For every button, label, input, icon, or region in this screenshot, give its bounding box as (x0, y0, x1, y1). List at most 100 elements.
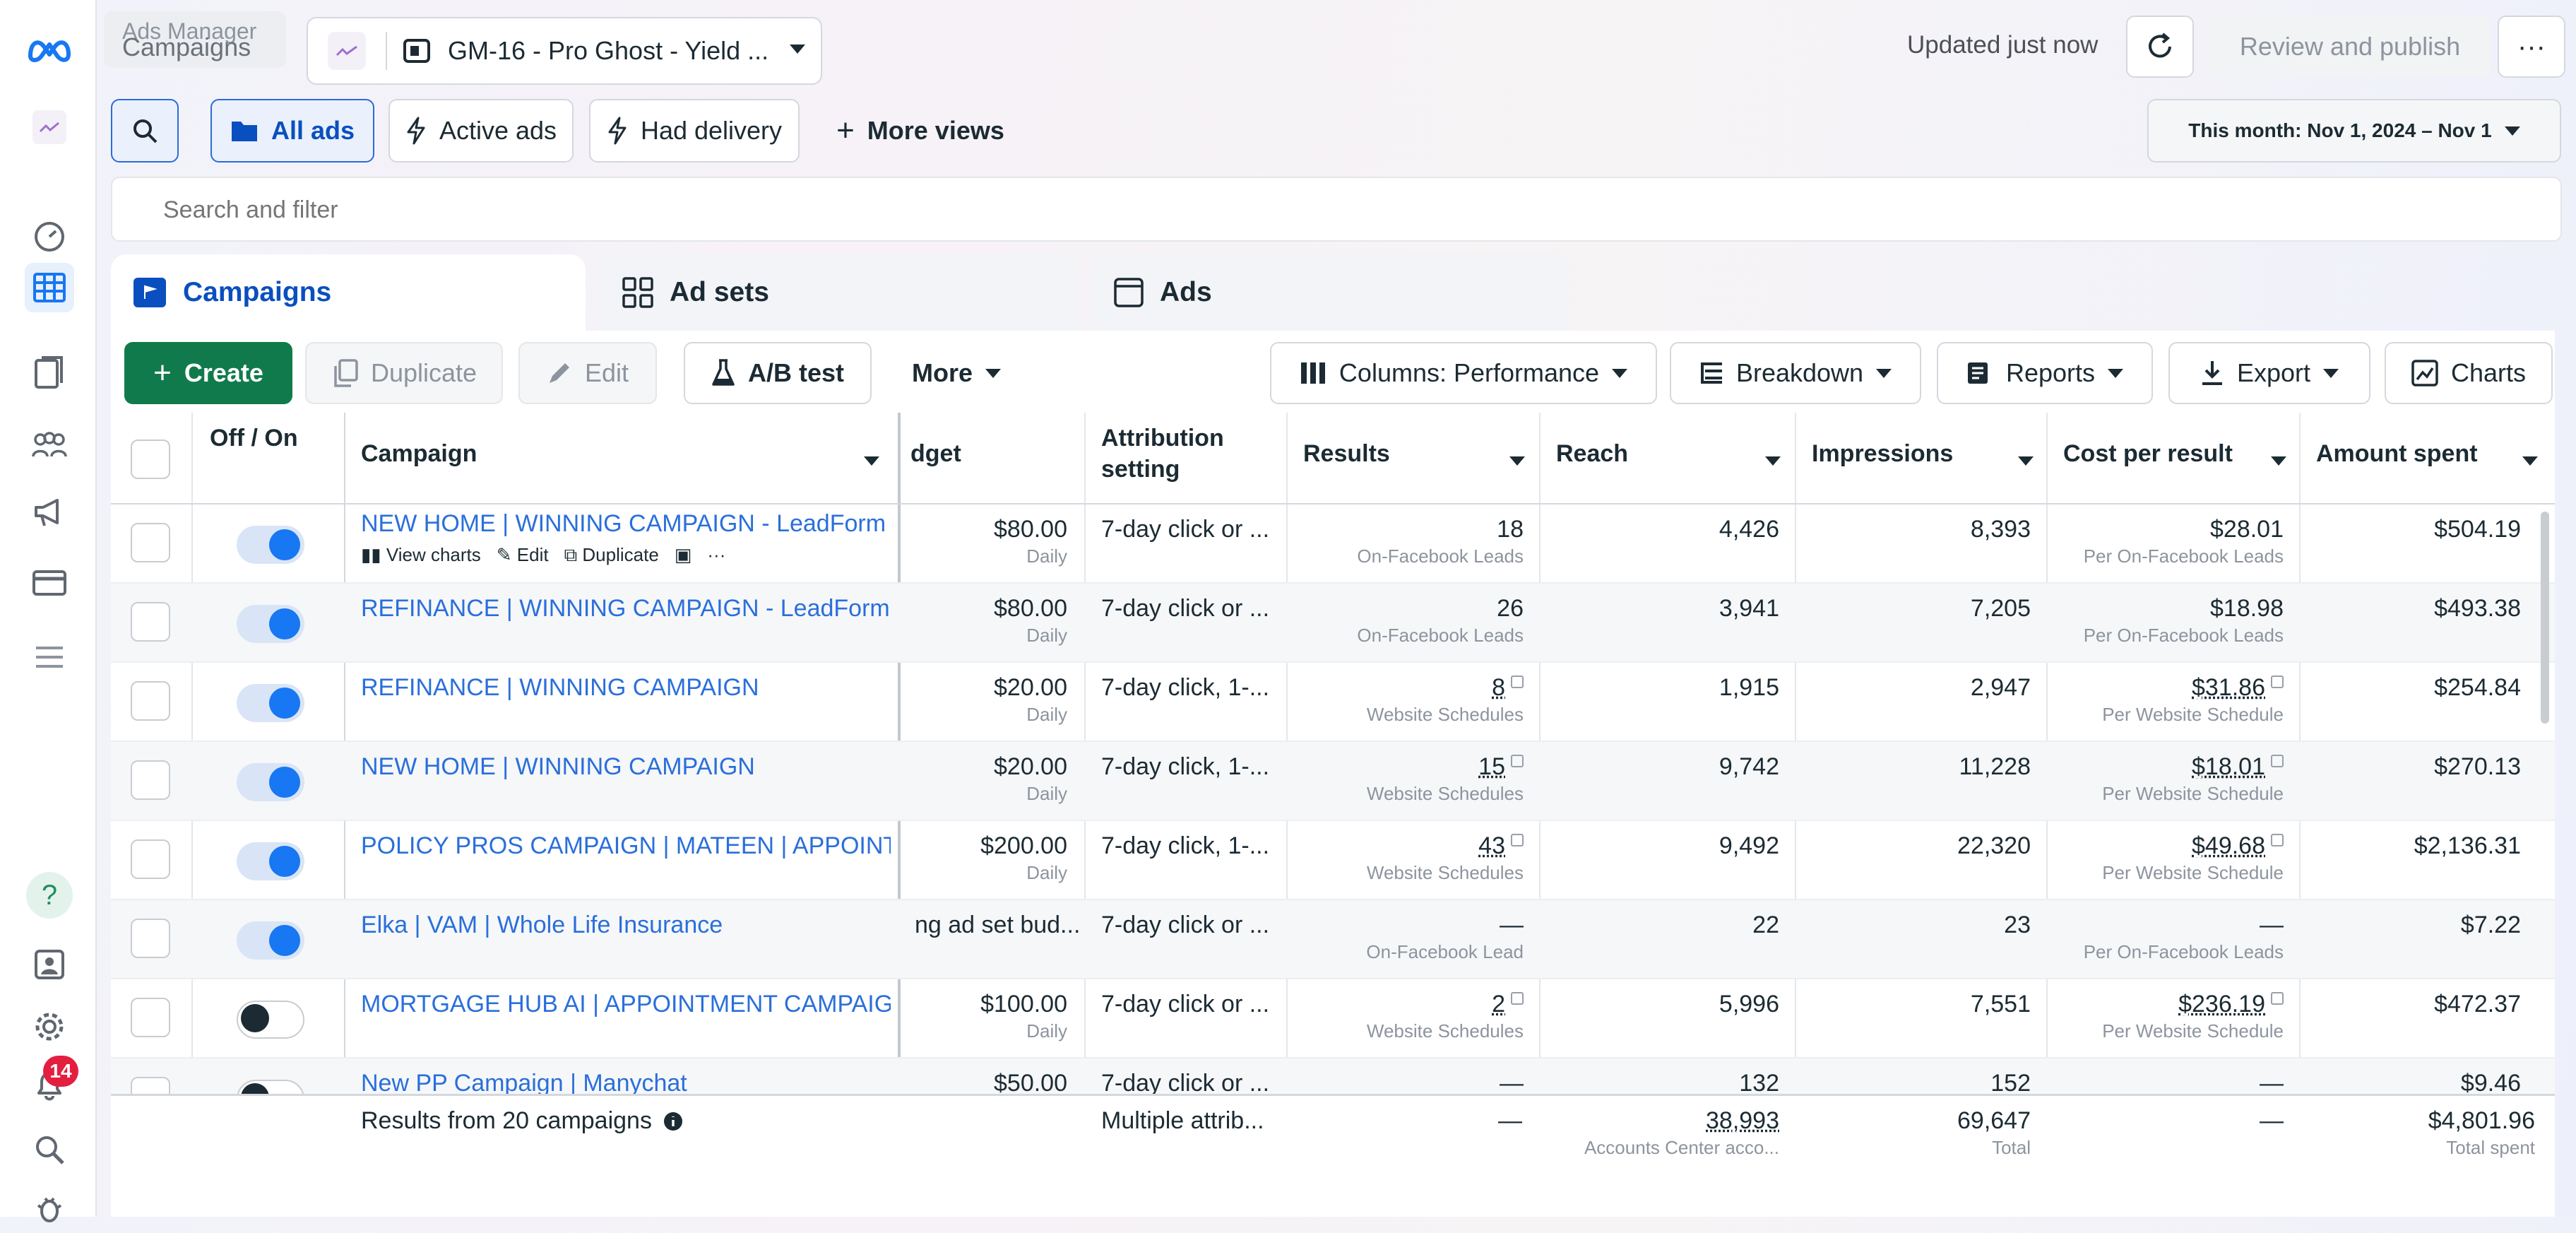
campaign-name-link[interactable]: MORTGAGE HUB AI | APPOINTMENT CAMPAIGN (361, 991, 891, 1017)
dashboard-gauge-icon[interactable] (25, 212, 74, 261)
media-library-icon[interactable] (25, 940, 74, 989)
reports-button[interactable]: Reports (1937, 342, 2153, 404)
campaign-toggle[interactable] (237, 684, 304, 722)
table-row[interactable]: REFINANCE | WINNING CAMPAIGN $20.00 Daily 7… (111, 663, 2555, 742)
campaign-toggle[interactable] (237, 842, 304, 880)
table-row[interactable]: NEW HOME | WINNING CAMPAIGN $20.00 Daily 7-… (111, 742, 2555, 821)
edit-action[interactable]: ✎ Edit (497, 540, 549, 570)
view-charts-action[interactable]: ▮▮ View charts (361, 540, 481, 570)
row-checkbox[interactable] (131, 919, 170, 958)
reach-sort-icon[interactable] (1765, 456, 1781, 466)
campaign-name-link[interactable]: REFINANCE | WINNING CAMPAIGN - LeadForm (361, 595, 890, 622)
had-delivery-view-button[interactable]: Had delivery (589, 99, 800, 163)
all-ads-view-button[interactable]: All ads (210, 99, 374, 163)
audiences-icon[interactable] (25, 420, 74, 470)
budget-cell: $20.00 Daily (994, 674, 1067, 725)
search-icon[interactable] (25, 1125, 74, 1174)
campaign-name-link[interactable]: NEW HOME | WINNING CAMPAIGN - LeadForm (361, 510, 886, 537)
reach-cell: 9,742 (1719, 753, 1779, 780)
menu-icon[interactable] (25, 632, 74, 682)
more-dots-icon[interactable]: ··· (707, 540, 725, 570)
table-row[interactable]: Elka | VAM | Whole Life Insurance ng ad s… (111, 900, 2555, 979)
edit-button[interactable]: Edit (518, 342, 657, 404)
search-and-filter-bar[interactable] (111, 177, 2562, 242)
search-toggle-button[interactable] (111, 99, 179, 163)
charts-button[interactable]: Charts (2385, 342, 2553, 404)
row-checkbox[interactable] (131, 839, 170, 879)
tab-ads-label: Ads (1160, 277, 1212, 307)
campaign-toggle[interactable] (237, 605, 304, 643)
duplicate-action[interactable]: ⧉ Duplicate (564, 540, 659, 570)
review-and-publish-button[interactable]: Review and publish (2209, 16, 2491, 78)
attribution-cell: 7-day click or ... (1101, 516, 1270, 543)
results-sort-icon[interactable] (1509, 456, 1525, 466)
info-icon[interactable] (663, 1111, 684, 1132)
megaphone-icon[interactable] (25, 488, 74, 537)
impressions-sort-icon[interactable] (2018, 456, 2034, 466)
row-checkbox[interactable] (131, 998, 170, 1037)
campaign-toggle[interactable] (237, 921, 304, 960)
billing-card-icon[interactable] (25, 558, 74, 608)
impressions-cell: 8,393 (1970, 516, 2031, 543)
row-checkbox[interactable] (131, 523, 170, 562)
row-checkbox[interactable] (131, 760, 170, 800)
select-all-checkbox[interactable] (131, 439, 170, 479)
table-row[interactable]: MORTGAGE HUB AI | APPOINTMENT CAMPAIGN $1… (111, 979, 2555, 1058)
campaign-toggle[interactable] (237, 763, 304, 801)
create-button[interactable]: + Create (124, 342, 292, 404)
campaign-toggle[interactable] (237, 1001, 304, 1039)
campaign-sort-icon[interactable] (864, 456, 879, 466)
cost-per-result-sort-icon[interactable] (2271, 456, 2286, 466)
notifications-bell-icon[interactable]: 14 (25, 1056, 78, 1109)
amount-spent-sort-icon[interactable] (2522, 456, 2538, 466)
export-label: Export (2236, 358, 2311, 387)
duplicate-button[interactable]: Duplicate (305, 342, 503, 404)
vertical-scrollbar[interactable] (2541, 512, 2549, 724)
documents-icon[interactable] (25, 348, 74, 397)
header-off-on[interactable]: Off / On (196, 413, 337, 505)
tab-campaigns[interactable]: Campaigns (111, 254, 586, 331)
ad-sets-grid-icon (622, 277, 653, 308)
columns-button[interactable]: Columns: Performance (1270, 342, 1657, 404)
campaign-name-link[interactable]: New PP Campaign | Manychat (361, 1070, 687, 1097)
campaigns-table-icon[interactable] (25, 263, 74, 312)
row-checkbox[interactable] (131, 602, 170, 642)
active-ads-view-button[interactable]: Active ads (388, 99, 574, 163)
campaign-name-link[interactable]: NEW HOME | WINNING CAMPAIGN (361, 753, 755, 780)
cost-per-result-cell: $31.86 Per Website Schedule (2102, 674, 2284, 725)
tab-ad-sets-label: Ad sets (670, 277, 769, 307)
more-actions-button[interactable]: More (893, 342, 1020, 404)
table-row[interactable]: NEW HOME | WINNING CAMPAIGN - LeadForm ▮▮… (111, 505, 2555, 584)
export-button[interactable]: Export (2168, 342, 2370, 404)
summary-impressions: 69,647 Total (1957, 1107, 2031, 1158)
more-dots-icon: ··· (2517, 31, 2546, 62)
campaign-name-link[interactable]: Elka | VAM | Whole Life Insurance (361, 912, 723, 938)
date-range-picker[interactable]: This month: Nov 1, 2024 – Nov 1 (2147, 99, 2561, 163)
attribution-cell: 7-day click or ... (1101, 991, 1270, 1017)
campaigns-table: Off / On Campaign dget Attribution setti… (111, 413, 2555, 1217)
breakdown-button[interactable]: Breakdown (1670, 342, 1921, 404)
refresh-button[interactable] (2126, 16, 2194, 78)
settings-gear-icon[interactable] (25, 1002, 74, 1051)
reach-cell: 1,915 (1719, 674, 1779, 701)
more-options-button[interactable]: ··· (2498, 16, 2565, 78)
tab-ad-sets[interactable]: Ad sets (600, 254, 1078, 331)
table-row[interactable]: REFINANCE | WINNING CAMPAIGN - LeadForm $… (111, 584, 2555, 663)
account-avatar-icon[interactable] (25, 102, 74, 152)
table-row[interactable]: POLICY PROS CAMPAIGN | MATEEN | APPOINT.… (111, 821, 2555, 900)
attribution-cell: 7-day click, 1-... (1101, 832, 1270, 859)
campaign-name-link[interactable]: REFINANCE | WINNING CAMPAIGN (361, 674, 759, 701)
help-icon[interactable]: ? (25, 871, 74, 920)
account-selector[interactable]: GM-16 - Pro Ghost - Yield ... (307, 17, 822, 85)
header-attribution-setting[interactable]: Attribution setting (1087, 413, 1285, 505)
campaign-toggle[interactable] (237, 526, 304, 564)
tab-ads[interactable]: Ads (1092, 254, 1569, 331)
meta-logo-icon[interactable] (25, 24, 74, 73)
search-input[interactable] (162, 191, 2284, 229)
bug-report-icon[interactable] (25, 1184, 74, 1233)
preview-icon[interactable]: ▣ (675, 540, 692, 570)
row-checkbox[interactable] (131, 681, 170, 721)
campaign-name-link[interactable]: POLICY PROS CAMPAIGN | MATEEN | APPOINT.… (361, 832, 891, 859)
ab-test-button[interactable]: A/B test (684, 342, 872, 404)
more-views-button[interactable]: + More views (825, 99, 1016, 163)
